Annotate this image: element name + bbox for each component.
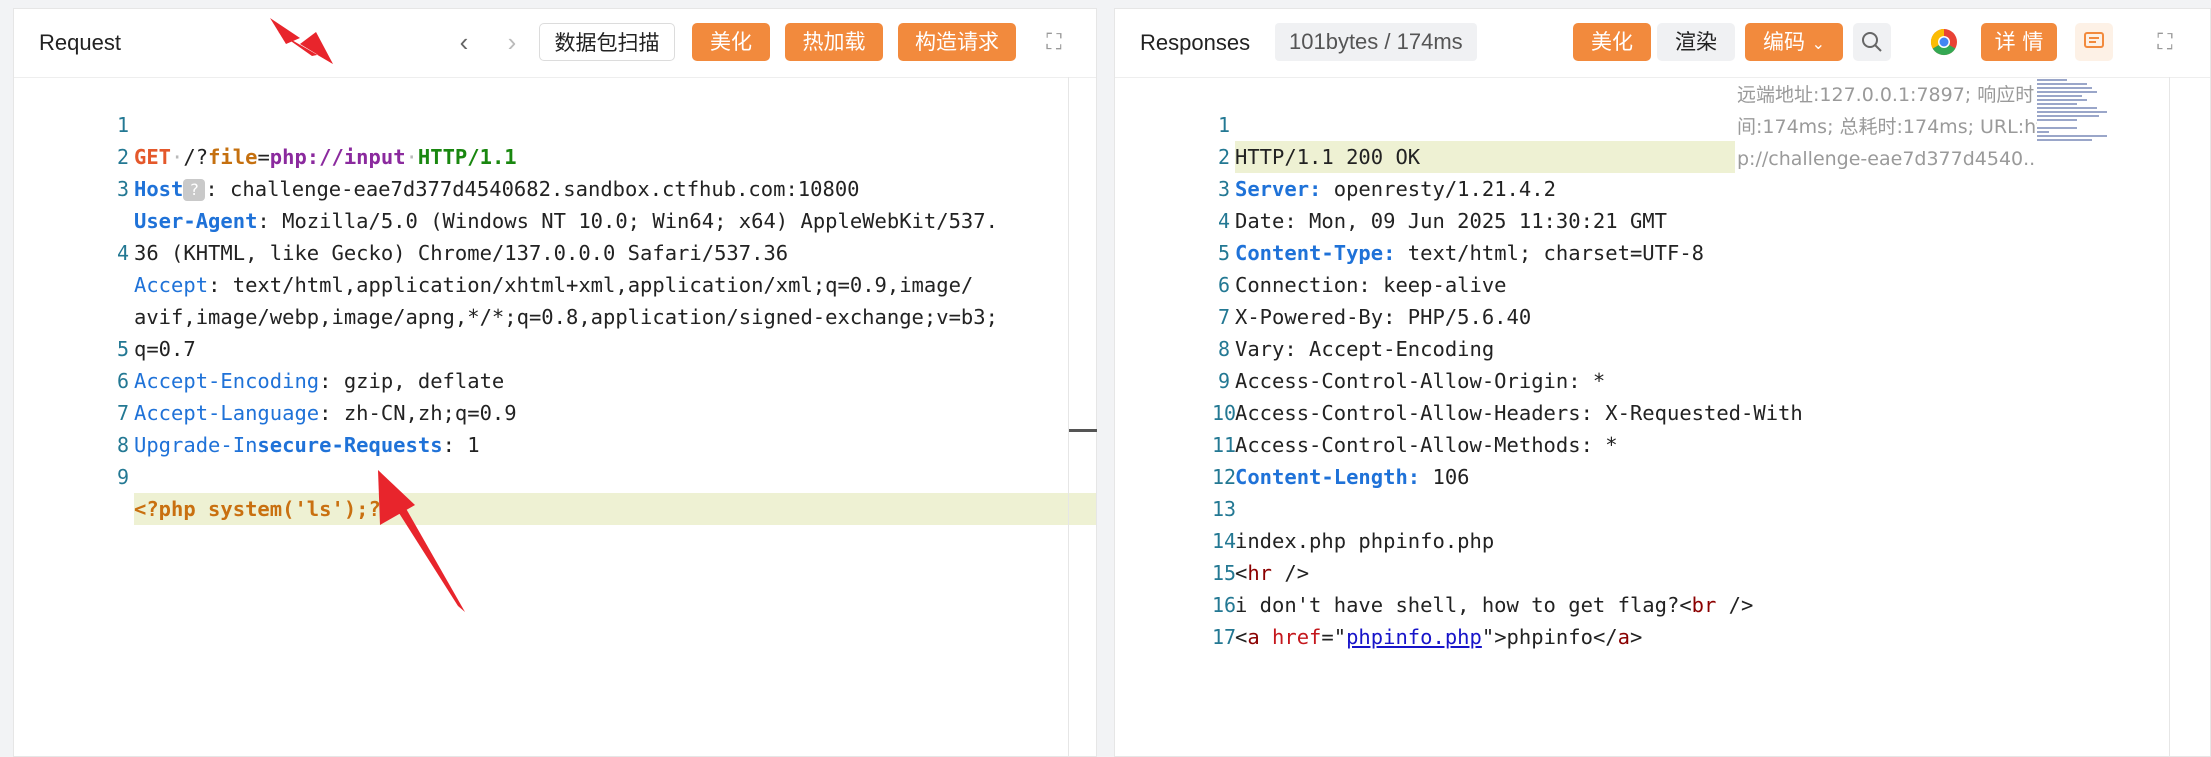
arrow-annotation-top — [270, 18, 333, 64]
annotation-overlay — [270, 18, 465, 612]
arrow-annotation-bottom — [378, 470, 465, 612]
